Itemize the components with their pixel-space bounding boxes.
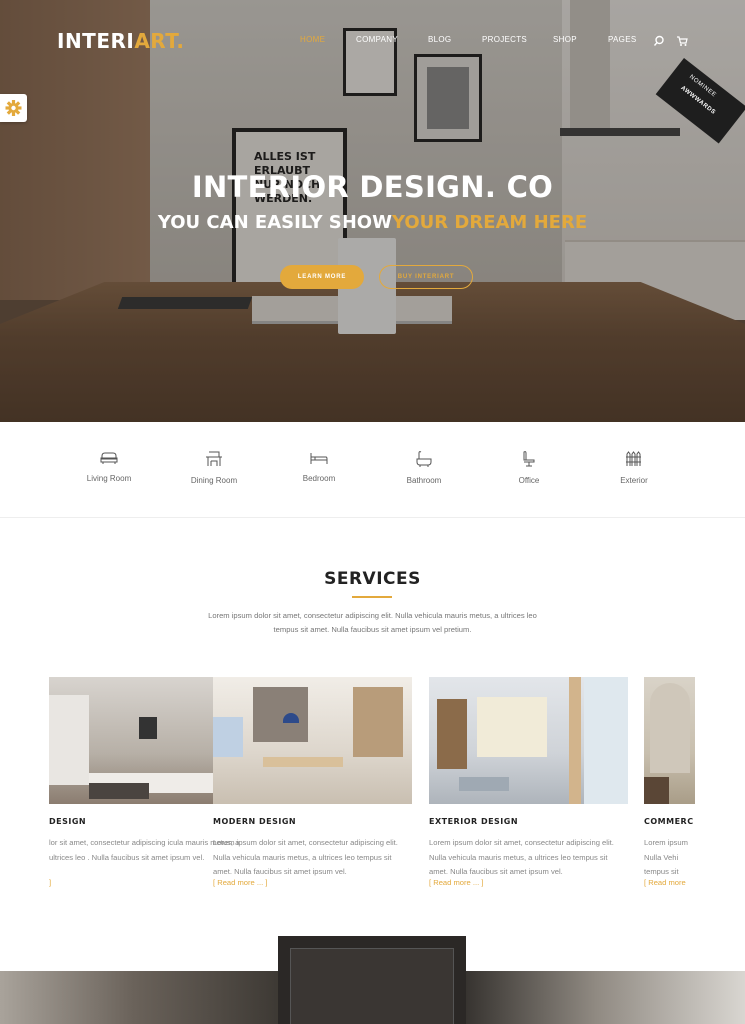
logo-text: INTERI [57, 29, 135, 53]
hero-overlay [0, 0, 745, 422]
services-description: Lorem ipsum dolor sit amet, consectetur … [180, 609, 565, 637]
hero-subtitle-highlight: YOUR DREAM HERE [391, 212, 588, 233]
category-dining-room[interactable]: Dining Room [169, 450, 259, 485]
category-label: Office [518, 476, 540, 485]
services-description-line: tempus sit amet. Nulla faucibus sit amet… [273, 625, 472, 634]
hero-section: ALLES IST ERLAUBT NUR NOCH WERDEN. INTER… [0, 0, 745, 422]
search-icon[interactable] [653, 35, 665, 47]
room-categories: Living Room Dining Room Bedroom Bathroom… [0, 422, 745, 518]
category-bedroom[interactable]: Bedroom [274, 450, 364, 483]
hero-subtitle: YOU CAN EASILY SHOWYOUR DREAM HERE [0, 212, 745, 233]
category-label: Bedroom [302, 474, 336, 483]
office-chair-icon [523, 451, 535, 467]
category-label: Living Room [86, 474, 132, 483]
fence-icon [626, 451, 641, 466]
nav-shop[interactable]: SHOP [553, 35, 577, 44]
bed-icon [310, 453, 328, 464]
nav-company[interactable]: COMPANY [356, 35, 398, 44]
category-bathroom[interactable]: Bathroom [379, 450, 469, 485]
services-title: SERVICES [324, 569, 421, 589]
service-image-dining[interactable] [213, 677, 412, 804]
read-more-link[interactable]: ] [49, 878, 51, 887]
logo-accent-text: ART. [134, 29, 185, 53]
read-more-link[interactable]: [ Read more ... ] [429, 878, 483, 887]
nav-pages[interactable]: PAGES [608, 35, 636, 44]
category-label: Bathroom [406, 476, 442, 485]
dining-icon [206, 451, 222, 466]
service-image-exterior[interactable] [429, 677, 628, 804]
learn-more-button[interactable]: LEARN MORE [280, 265, 364, 289]
category-office[interactable]: Office [484, 450, 574, 485]
service-card-exterior-design[interactable]: EXTERIOR DESIGN Lorem ipsum dolor sit am… [429, 677, 628, 887]
service-card-text: Lorem ipsum dolor sit amet, consectetur … [429, 838, 614, 876]
cart-icon[interactable] [676, 35, 688, 47]
service-card-text: Lorem ipsum dolor sit amet, consectetur … [213, 838, 398, 876]
service-card-title: EXTERIOR DESIGN [429, 817, 519, 826]
bathtub-icon [416, 451, 432, 467]
nav-projects[interactable]: PROJECTS [482, 35, 527, 44]
read-more-link[interactable]: [ Read more ... ] [213, 878, 267, 887]
service-card-commercial[interactable]: COMMERC Lorem ipsum Nulla Vehi tempus si… [644, 677, 695, 887]
gear-icon [5, 100, 22, 116]
hero-title: INTERIOR DESIGN. CO [191, 170, 554, 204]
category-exterior[interactable]: Exterior [589, 450, 679, 485]
service-card-title: DESIGN [49, 817, 87, 826]
services-divider [352, 596, 392, 598]
services-carousel[interactable]: DESIGN lor sit amet, consectetur adipisc… [49, 677, 695, 897]
service-card-title: COMMERC [644, 817, 694, 826]
service-card-text: Lorem ipsum Nulla Vehi tempus sit [644, 838, 688, 876]
settings-toggle[interactable] [0, 94, 27, 122]
read-more-link[interactable]: [ Read more [644, 878, 686, 887]
site-logo[interactable]: INTERIART. [57, 29, 185, 53]
hero-subtitle-plain: YOU CAN EASILY SHOW [157, 212, 392, 233]
services-description-line: Lorem ipsum dolor sit amet, consectetur … [208, 611, 537, 620]
category-label: Dining Room [190, 476, 238, 485]
buy-interiart-button[interactable]: BUY INTERIART [379, 265, 473, 289]
category-label: Exterior [620, 476, 648, 485]
sofa-icon [100, 452, 118, 464]
service-image-commercial[interactable] [644, 677, 695, 804]
service-card-modern-design[interactable]: MODERN DESIGN Lorem ipsum dolor sit amet… [213, 677, 412, 887]
nav-home[interactable]: HOME [300, 35, 325, 44]
category-living-room[interactable]: Living Room [64, 450, 154, 483]
bottom-feature-box [278, 936, 466, 1024]
service-card-title: MODERN DESIGN [213, 817, 297, 826]
nav-blog[interactable]: BLOG [428, 35, 451, 44]
